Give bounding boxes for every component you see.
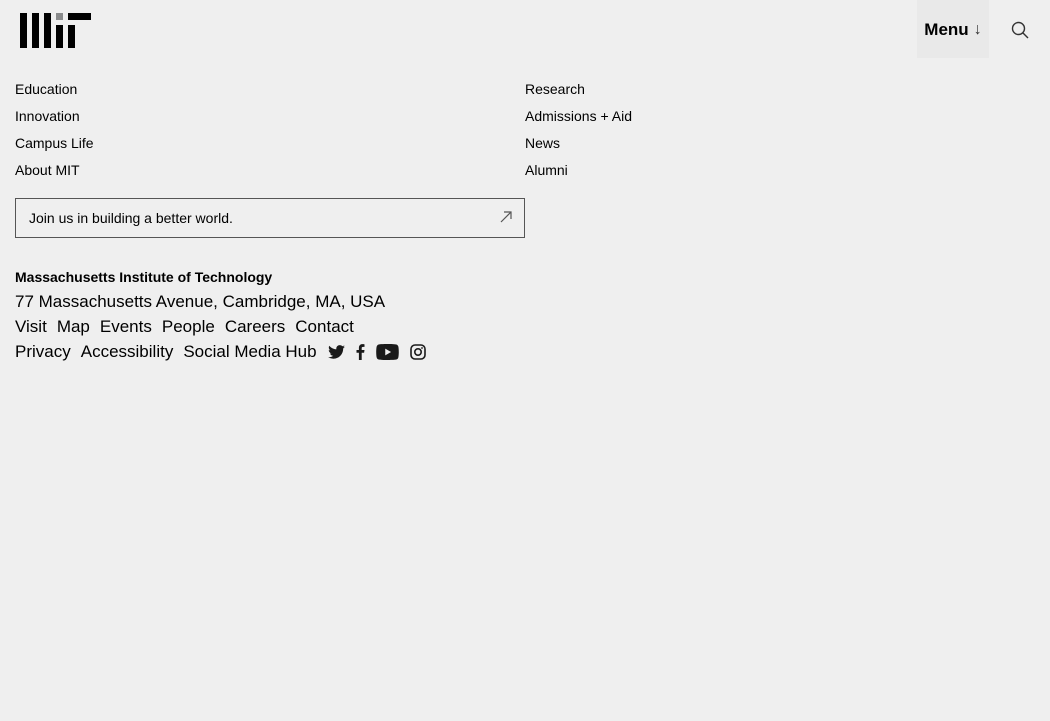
footer-link-social-media-hub[interactable]: Social Media Hub	[183, 342, 316, 362]
cta-label: Join us in building a better world.	[29, 210, 233, 226]
search-button[interactable]	[1006, 16, 1034, 44]
nav-item: Admissions + Aid	[525, 107, 632, 134]
nav-item: Education	[15, 80, 94, 107]
facebook-icon	[356, 344, 365, 360]
join-us-cta-button[interactable]: Join us in building a better world.	[15, 198, 525, 238]
nav-link-education[interactable]: Education	[15, 81, 77, 97]
nav-list-left: Education Innovation Campus Life About M…	[15, 80, 94, 188]
nav-link-about-mit[interactable]: About MIT	[15, 162, 80, 178]
nav-link-alumni[interactable]: Alumni	[525, 162, 568, 178]
facebook-link[interactable]	[356, 344, 365, 360]
menu-arrow-icon: ↓	[973, 21, 982, 38]
arrow-up-right-icon	[500, 211, 512, 223]
search-icon	[1011, 21, 1029, 39]
nav-list-right: Research Admissions + Aid News Alumni	[525, 80, 632, 188]
social-links	[327, 344, 437, 360]
instagram-icon	[409, 344, 426, 360]
footer-links-primary: Visit Map Events People Careers Contact	[15, 317, 364, 337]
youtube-link[interactable]	[375, 344, 399, 360]
nav-link-research[interactable]: Research	[525, 81, 585, 97]
footer-link-events[interactable]: Events	[100, 317, 152, 337]
nav-item: News	[525, 134, 632, 161]
footer-link-contact[interactable]: Contact	[295, 317, 354, 337]
nav-link-campus-life[interactable]: Campus Life	[15, 135, 94, 151]
nav-item: Research	[525, 80, 632, 107]
footer-link-people[interactable]: People	[162, 317, 215, 337]
nav-item: Innovation	[15, 107, 94, 134]
footer-link-privacy[interactable]: Privacy	[15, 342, 71, 362]
youtube-icon	[375, 344, 399, 360]
menu-label: Menu	[924, 20, 969, 39]
nav-link-admissions-aid[interactable]: Admissions + Aid	[525, 108, 632, 124]
nav-link-innovation[interactable]: Innovation	[15, 108, 80, 124]
page: Menu ↓ Education Innovation Campus Life …	[0, 0, 1050, 721]
nav-link-news[interactable]: News	[525, 135, 560, 151]
footer-links-secondary: Privacy Accessibility Social Media Hub	[15, 342, 437, 362]
address: 77 Massachusetts Avenue, Cambridge, MA, …	[15, 292, 386, 311]
footer-link-careers[interactable]: Careers	[225, 317, 285, 337]
footer-link-accessibility[interactable]: Accessibility	[81, 342, 174, 362]
instagram-link[interactable]	[409, 344, 426, 360]
mit-logo-icon	[20, 13, 91, 48]
footer-link-visit[interactable]: Visit	[15, 317, 47, 337]
menu-button[interactable]: Menu ↓	[917, 0, 989, 58]
footer-link-map[interactable]: Map	[57, 317, 90, 337]
nav-item: About MIT	[15, 161, 94, 188]
twitter-link[interactable]	[327, 345, 345, 359]
institute-name: Massachusetts Institute of Technology	[15, 269, 273, 285]
twitter-icon	[327, 345, 345, 359]
nav-item: Campus Life	[15, 134, 94, 161]
nav-item: Alumni	[525, 161, 632, 188]
